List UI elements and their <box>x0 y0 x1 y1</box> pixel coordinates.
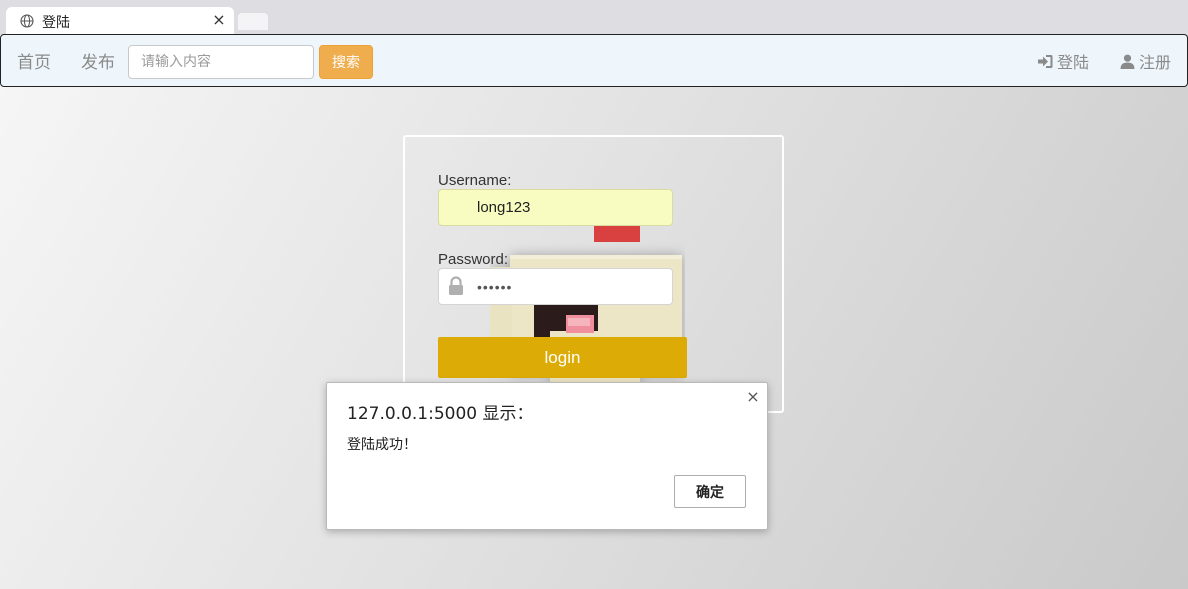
alert-dialog: 127.0.0.1:5000 显示： × 登陆成功！ 确定 <box>326 382 768 530</box>
nav-publish-link[interactable]: 发布 <box>81 48 115 73</box>
nav-register-label: 注册 <box>1139 53 1172 72</box>
browser-tab-strip: 登陆 × <box>0 0 1188 35</box>
tab-close-icon[interactable]: × <box>210 11 228 29</box>
search-button[interactable]: 搜索 <box>319 45 373 79</box>
user-icon <box>1120 54 1135 69</box>
globe-icon <box>20 14 34 28</box>
password-label: Password: <box>438 251 509 268</box>
dialog-ok-button[interactable]: 确定 <box>674 475 746 508</box>
browser-tab[interactable]: 登陆 × <box>6 7 234 35</box>
nav-home-link[interactable]: 首页 <box>17 48 51 73</box>
search-input[interactable] <box>128 45 314 79</box>
nav-login-link[interactable]: 登陆 <box>1037 49 1089 73</box>
password-input[interactable] <box>438 268 673 305</box>
close-icon[interactable]: × <box>745 389 761 405</box>
nav-login-label: 登陆 <box>1057 53 1090 72</box>
dialog-title: 127.0.0.1:5000 显示： <box>347 404 534 424</box>
site-navbar: 首页 发布 搜索 登陆 注册 <box>0 34 1188 87</box>
nav-register-link[interactable]: 注册 <box>1120 49 1171 73</box>
dialog-message: 登陆成功！ <box>347 437 417 453</box>
tab-title: 登陆 <box>42 15 70 31</box>
username-label: Username: <box>438 172 512 189</box>
lock-icon <box>449 276 463 295</box>
login-submit-button[interactable]: login <box>438 337 687 378</box>
username-input[interactable] <box>438 189 673 226</box>
new-tab-button[interactable] <box>238 13 268 30</box>
sign-in-icon <box>1038 54 1053 68</box>
